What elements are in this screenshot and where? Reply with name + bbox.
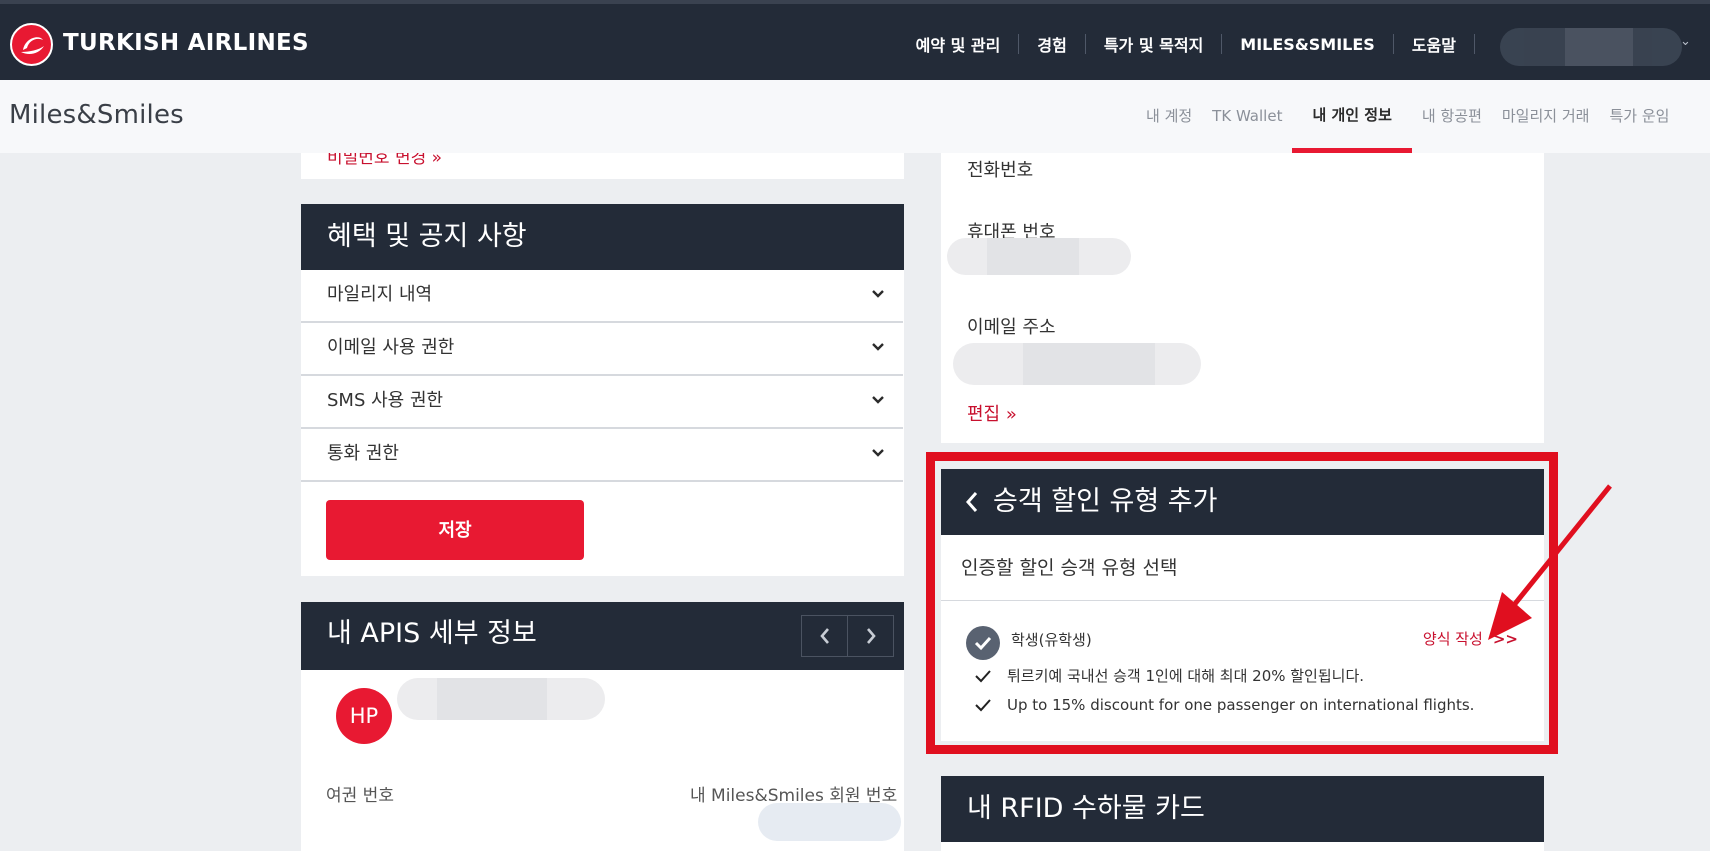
nav-divider <box>1474 34 1475 54</box>
edit-link[interactable]: 편집 » <box>967 400 1017 426</box>
rfid-card: 내 RFID 수하물 카드 <box>941 776 1544 851</box>
annotation-arrow-icon <box>1488 484 1612 640</box>
avatar: HP <box>336 688 392 744</box>
save-button[interactable]: 저장 <box>326 500 584 560</box>
tab-tk-wallet[interactable]: TK Wallet <box>1202 80 1292 153</box>
tab-my-flights[interactable]: 내 항공편 <box>1412 80 1492 153</box>
rfid-title: 내 RFID 수하물 카드 <box>967 793 1205 824</box>
tab-my-account[interactable]: 내 계정 <box>1136 80 1202 153</box>
apis-title: 내 APIS 세부 정보 <box>301 602 904 670</box>
turkish-airlines-logo-icon[interactable] <box>10 23 53 66</box>
accordion-label: SMS 사용 권한 <box>327 390 444 411</box>
brand-name[interactable]: TURKISH AIRLINES <box>63 30 309 56</box>
change-password-link[interactable]: 비밀번호 변경 » <box>327 153 442 168</box>
accordion-sms-permission[interactable]: SMS 사용 권한 <box>301 376 903 429</box>
redacted-mobile <box>947 238 1131 275</box>
top-nav: 예약 및 관리 경험 특가 및 목적지 MILES&SMILES 도움말 <box>898 32 1475 56</box>
apis-title-text: 내 APIS 세부 정보 <box>327 618 537 649</box>
redacted-email <box>953 343 1201 385</box>
accordion-email-permission[interactable]: 이메일 사용 권한 <box>301 323 903 376</box>
accordion-mileage-history[interactable]: 마일리지 내역 <box>301 270 903 323</box>
nav-manage-booking[interactable]: 예약 및 관리 <box>898 32 1019 56</box>
next-arrow-icon[interactable] <box>848 616 893 656</box>
previous-arrow-icon[interactable] <box>802 616 848 656</box>
passport-number-label: 여권 번호 <box>326 786 394 806</box>
nav-experience[interactable]: 경험 <box>1019 32 1084 56</box>
chevron-down-icon <box>871 429 885 499</box>
apis-pager <box>801 615 894 657</box>
tab-mileage-transactions[interactable]: 마일리지 거래 <box>1492 80 1600 153</box>
chevron-down-icon[interactable]: ⌄ <box>1680 34 1691 49</box>
phone-label: 전화번호 <box>967 160 1034 181</box>
top-header: TURKISH AIRLINES 예약 및 관리 경험 특가 및 목적지 MIL… <box>0 0 1710 80</box>
accordion-label: 이메일 사용 권한 <box>327 337 455 358</box>
accordion-call-permission[interactable]: 통화 권한 <box>301 429 903 482</box>
redacted-name <box>397 678 605 720</box>
accordion-label: 마일리지 내역 <box>327 284 433 305</box>
nav-deals-destinations[interactable]: 특가 및 목적지 <box>1086 32 1221 56</box>
redacted-member-number <box>758 803 901 841</box>
contact-info-card <box>941 153 1544 443</box>
accordion-label: 통화 권한 <box>327 443 399 464</box>
tab-personal-info[interactable]: 내 개인 정보 <box>1292 80 1412 153</box>
nav-miles-smiles[interactable]: MILES&SMILES <box>1222 35 1393 54</box>
subnav-tabs: 내 계정 TK Wallet 내 개인 정보 내 항공편 마일리지 거래 특가 … <box>1136 80 1679 153</box>
annotation-highlight-box <box>926 452 1558 754</box>
email-label: 이메일 주소 <box>967 317 1056 338</box>
password-card: 비밀번호 변경 » <box>301 153 904 179</box>
miles-smiles-logo[interactable]: Miles&Smiles <box>9 100 184 130</box>
benefits-title: 혜택 및 공지 사항 <box>301 204 904 270</box>
user-account-menu[interactable] <box>1500 28 1682 66</box>
nav-help[interactable]: 도움말 <box>1394 32 1474 56</box>
tab-special-fares[interactable]: 특가 운임 <box>1599 80 1679 153</box>
